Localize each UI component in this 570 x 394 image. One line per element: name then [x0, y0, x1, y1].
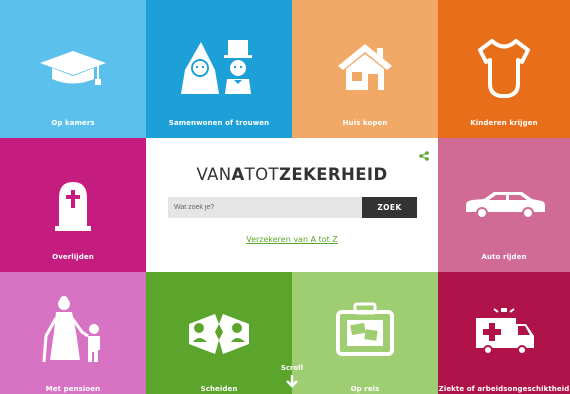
broken-couple-icon [189, 314, 249, 354]
tile-huis-kopen[interactable]: Huis kopen [292, 0, 438, 138]
site-logo[interactable]: VANATOTZEKERHEID [146, 165, 438, 184]
elderly-with-child-icon [42, 296, 100, 363]
share-icon[interactable] [419, 148, 429, 166]
tile-label: Huis kopen [342, 119, 388, 127]
tile-auto-rijden[interactable]: Auto rijden [438, 138, 570, 272]
house-icon [338, 44, 392, 90]
tile-label: Samenwonen of trouwen [168, 119, 270, 127]
tile-op-kamers[interactable]: Op kamers [0, 0, 146, 138]
suitcase-icon [336, 302, 394, 356]
scroll-down-button[interactable]: Scroll [276, 364, 308, 388]
tombstone-icon [55, 182, 91, 231]
scroll-label: Scroll [280, 364, 304, 372]
graduation-cap-icon [40, 51, 106, 85]
search-input[interactable] [168, 197, 362, 218]
tile-overlijden[interactable]: Overlijden [0, 138, 146, 272]
wedding-couple-icon [181, 40, 252, 94]
ambulance-icon [476, 308, 534, 355]
tile-kinderen[interactable]: Kinderen krijgen [438, 0, 570, 138]
tile-label: Op kamers [51, 119, 95, 127]
tile-label: Met pensioen [45, 385, 101, 393]
tile-label: Overlijden [52, 253, 94, 261]
tile-label: Ziekte of arbeidsongeschiktheid [438, 385, 570, 393]
tile-met-pensioen[interactable]: Met pensioen [0, 272, 146, 394]
baby-onesie-icon [478, 39, 530, 98]
tile-ziekte[interactable]: Ziekte of arbeidsongeschiktheid [438, 272, 570, 394]
search-button[interactable]: ZOEK [362, 197, 417, 218]
tile-scheiden[interactable]: Scheiden [146, 272, 292, 394]
search-panel: VANATOTZEKERHEID ZOEK Verzekeren van A t… [146, 138, 438, 272]
tile-label: Auto rijden [481, 253, 527, 261]
tile-op-reis[interactable]: Op reis [292, 272, 438, 394]
tile-label: Kinderen krijgen [470, 119, 538, 127]
a-to-z-link[interactable]: Verzekeren van A tot Z [146, 235, 438, 244]
tile-label: Op reis [350, 385, 380, 393]
tile-samenwonen[interactable]: Samenwonen of trouwen [146, 0, 292, 138]
arrow-down-icon [286, 375, 298, 388]
tile-label: Scheiden [200, 385, 238, 393]
car-icon [466, 192, 545, 219]
